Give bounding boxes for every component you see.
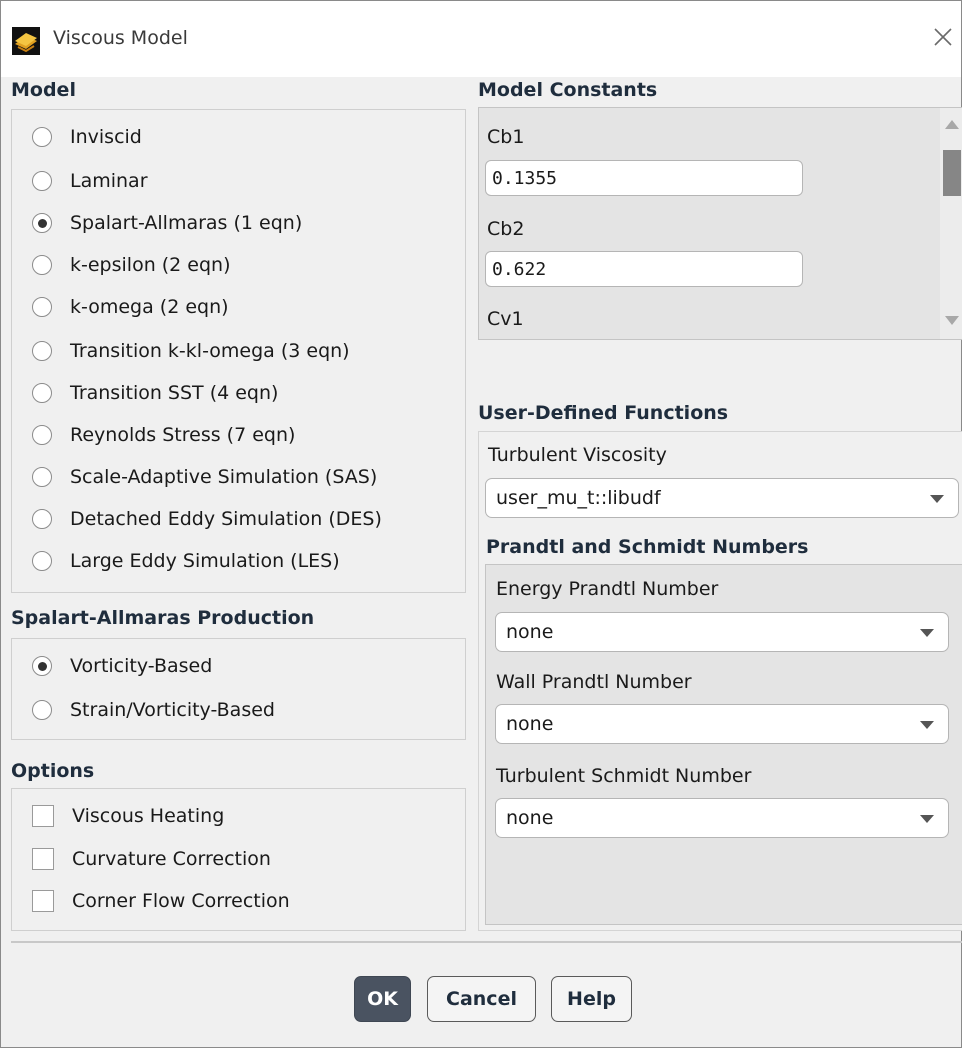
- radio-button[interactable]: [32, 383, 52, 403]
- checkbox[interactable]: [32, 805, 54, 827]
- option-viscous-heating[interactable]: Viscous Heating: [32, 801, 224, 831]
- option-label: Strain/Vorticity-Based: [70, 699, 275, 721]
- ok-button[interactable]: OK: [354, 976, 411, 1022]
- model-constants-heading: Model Constants: [478, 79, 658, 101]
- model-option-transition-sst[interactable]: Transition SST (4 eqn): [32, 378, 278, 408]
- wall-prandtl-label: Wall Prandtl Number: [496, 671, 692, 693]
- constant-label-cb2: Cb2: [487, 218, 525, 240]
- model-group: Inviscid Laminar Spalart-Allmaras (1 eqn…: [11, 109, 466, 593]
- chevron-down-icon: [920, 815, 934, 823]
- model-option-laminar[interactable]: Laminar: [32, 166, 148, 196]
- radio-button[interactable]: [32, 297, 52, 317]
- option-label: Large Eddy Simulation (LES): [70, 550, 340, 572]
- turbulent-viscosity-label: Turbulent Viscosity: [488, 444, 667, 466]
- option-label: Scale-Adaptive Simulation (SAS): [70, 466, 378, 488]
- constant-label-cb1: Cb1: [487, 126, 525, 148]
- dropdown-value: user_mu_t::libudf: [496, 487, 661, 509]
- radio-button[interactable]: [32, 509, 52, 529]
- constants-scrollbar[interactable]: [940, 108, 962, 339]
- turbulent-schmidt-dropdown[interactable]: none: [495, 798, 949, 838]
- options-heading: Options: [11, 760, 95, 782]
- production-heading: Spalart-Allmaras Production: [11, 607, 315, 629]
- window-title: Viscous Model: [53, 27, 188, 49]
- udf-heading: User-Defined Functions: [478, 402, 729, 424]
- production-option-vorticity[interactable]: Vorticity-Based: [32, 651, 212, 681]
- dropdown-value: none: [506, 807, 554, 829]
- option-label: k-epsilon (2 eqn): [70, 254, 231, 276]
- option-curvature-correction[interactable]: Curvature Correction: [32, 844, 271, 874]
- radio-button[interactable]: [32, 213, 52, 233]
- turbulent-viscosity-dropdown[interactable]: user_mu_t::libudf: [485, 478, 959, 518]
- option-label: Transition k-kl-omega (3 eqn): [70, 340, 350, 362]
- model-option-inviscid[interactable]: Inviscid: [32, 122, 142, 152]
- button-separator: [11, 941, 962, 943]
- wall-prandtl-dropdown[interactable]: none: [495, 704, 949, 744]
- production-option-strain-vorticity[interactable]: Strain/Vorticity-Based: [32, 695, 275, 725]
- option-label: Detached Eddy Simulation (DES): [70, 508, 382, 530]
- checkbox[interactable]: [32, 848, 54, 870]
- model-constants-panel: Cb1 0.1355 Cb2 0.622 Cv1: [478, 107, 962, 340]
- radio-button[interactable]: [32, 341, 52, 361]
- title-bar: Viscous Model: [1, 1, 961, 77]
- option-label: Vorticity-Based: [70, 655, 213, 677]
- viscous-model-dialog: Viscous Model Model Inviscid Laminar Spa…: [0, 0, 962, 1048]
- scroll-down-icon[interactable]: [945, 316, 959, 325]
- radio-button[interactable]: [32, 656, 52, 676]
- chevron-down-icon: [920, 629, 934, 637]
- chevron-down-icon: [920, 721, 934, 729]
- model-option-k-omega[interactable]: k-omega (2 eqn): [32, 292, 229, 322]
- option-label: Viscous Heating: [72, 805, 225, 827]
- radio-button[interactable]: [32, 551, 52, 571]
- dropdown-value: none: [506, 713, 554, 735]
- radio-button[interactable]: [32, 467, 52, 487]
- cb1-input[interactable]: 0.1355: [485, 160, 803, 196]
- radio-button[interactable]: [32, 127, 52, 147]
- prandtl-heading: Prandtl and Schmidt Numbers: [486, 536, 809, 558]
- model-option-k-epsilon[interactable]: k-epsilon (2 eqn): [32, 250, 231, 280]
- model-option-reynolds-stress[interactable]: Reynolds Stress (7 eqn): [32, 420, 295, 450]
- option-label: Reynolds Stress (7 eqn): [70, 424, 296, 446]
- option-label: k-omega (2 eqn): [70, 296, 229, 318]
- dropdown-value: none: [506, 621, 554, 643]
- fluent-app-icon: [12, 27, 40, 55]
- radio-button[interactable]: [32, 700, 52, 720]
- close-icon[interactable]: [929, 23, 957, 51]
- energy-prandtl-dropdown[interactable]: none: [495, 612, 949, 652]
- option-label: Transition SST (4 eqn): [70, 382, 279, 404]
- model-option-les[interactable]: Large Eddy Simulation (LES): [32, 546, 340, 576]
- option-label: Spalart-Allmaras (1 eqn): [70, 212, 303, 234]
- scroll-thumb[interactable]: [943, 150, 961, 196]
- radio-button[interactable]: [32, 171, 52, 191]
- production-group: Vorticity-Based Strain/Vorticity-Based: [11, 638, 466, 740]
- options-group: Viscous Heating Curvature Correction Cor…: [11, 788, 466, 931]
- option-label: Inviscid: [70, 126, 142, 148]
- chevron-down-icon: [930, 495, 944, 503]
- checkbox[interactable]: [32, 890, 54, 912]
- model-option-transition-k-kl-omega[interactable]: Transition k-kl-omega (3 eqn): [32, 336, 350, 366]
- cancel-button[interactable]: Cancel: [427, 976, 536, 1022]
- model-option-des[interactable]: Detached Eddy Simulation (DES): [32, 504, 382, 534]
- option-corner-flow-correction[interactable]: Corner Flow Correction: [32, 886, 290, 916]
- option-label: Corner Flow Correction: [72, 890, 290, 912]
- radio-button[interactable]: [32, 425, 52, 445]
- turbulent-schmidt-label: Turbulent Schmidt Number: [496, 765, 752, 787]
- help-button[interactable]: Help: [551, 976, 632, 1022]
- constant-label-cv1: Cv1: [487, 308, 524, 330]
- model-option-sas[interactable]: Scale-Adaptive Simulation (SAS): [32, 462, 377, 492]
- energy-prandtl-label: Energy Prandtl Number: [496, 578, 719, 600]
- model-option-spalart-allmaras[interactable]: Spalart-Allmaras (1 eqn): [32, 208, 302, 238]
- radio-button[interactable]: [32, 255, 52, 275]
- scroll-up-icon[interactable]: [945, 120, 959, 129]
- model-heading: Model: [11, 79, 76, 101]
- option-label: Curvature Correction: [72, 848, 271, 870]
- cb2-input[interactable]: 0.622: [485, 251, 803, 287]
- option-label: Laminar: [70, 170, 148, 192]
